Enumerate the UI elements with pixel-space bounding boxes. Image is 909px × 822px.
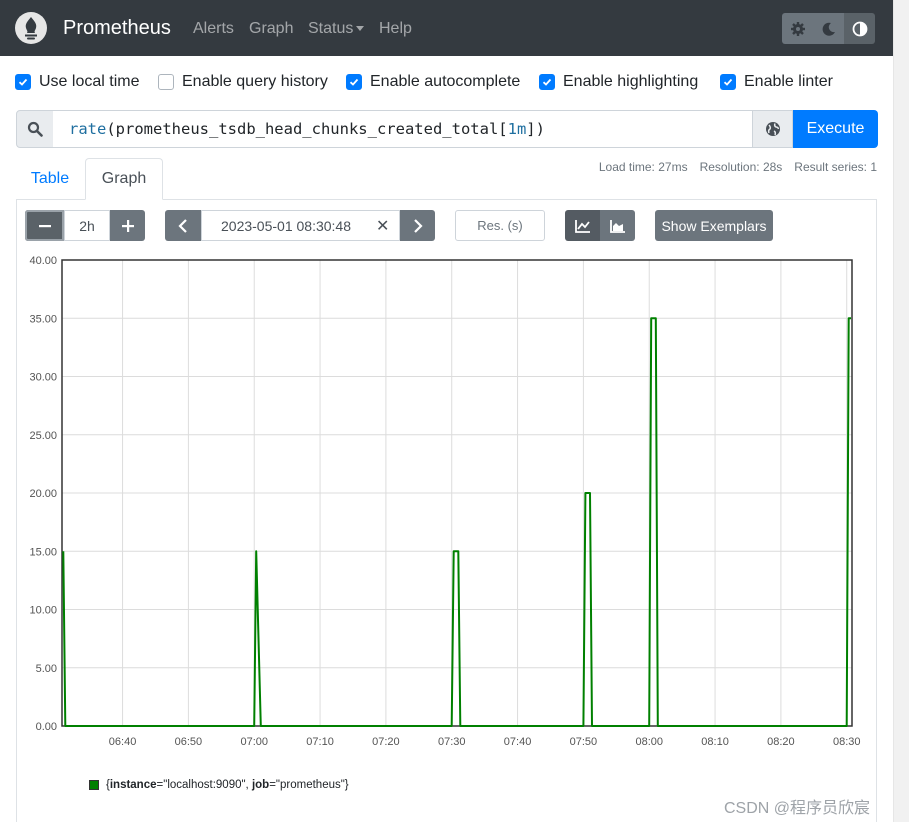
plus-icon (121, 219, 134, 232)
y-tick-label: 30.00 (29, 372, 57, 384)
option-enable-linter[interactable]: Enable linter (720, 73, 833, 91)
theme-toggle (782, 13, 876, 44)
resolution-input[interactable]: Res. (s) (455, 210, 545, 241)
legend-value-job: ="prometheus"} (269, 779, 349, 791)
time-series-chart[interactable]: 0.00 5.00 10.00 15.00 20.00 25.00 30.00 35.00 40… (0, 248, 893, 768)
option-enable-autocomplete[interactable]: Enable autocomplete (346, 73, 520, 91)
nav-graph[interactable]: Graph (249, 19, 293, 38)
legend-key-instance: instance (109, 779, 157, 791)
checkbox-checked-icon[interactable] (720, 74, 736, 90)
checkbox-checked-icon[interactable] (15, 74, 31, 90)
checkbox-checked-icon[interactable] (346, 74, 362, 90)
expression-close: ]) (526, 120, 545, 138)
option-label: Enable highlighting (563, 73, 699, 90)
y-tick-label: 35.00 (29, 313, 57, 325)
expression-metric: prometheus_tsdb_head_chunks_created_tota… (115, 120, 499, 138)
expression-function: rate (69, 120, 107, 138)
tab-graph[interactable]: Graph (85, 158, 163, 200)
line-chart-icon (574, 219, 590, 233)
checkbox-unchecked-icon[interactable] (158, 74, 174, 90)
area-chart-icon (609, 219, 625, 233)
x-tick-label: 07:20 (372, 736, 400, 748)
nav-status-label: Status (308, 20, 354, 37)
x-tick-label: 07:30 (438, 736, 466, 748)
y-tick-label: 25.00 (29, 430, 57, 442)
series-legend[interactable]: {instance="localhost:9090", job="prometh… (89, 779, 349, 791)
y-tick-label: 15.00 (29, 546, 57, 558)
end-time-forward-button[interactable] (400, 210, 435, 241)
range-decrease-button[interactable] (25, 210, 64, 241)
option-label: Enable linter (744, 73, 833, 90)
legend-label: {instance="localhost:9090", job="prometh… (106, 779, 349, 791)
show-exemplars-button[interactable]: Show Exemplars (655, 210, 773, 241)
x-tick-label: 07:40 (504, 736, 532, 748)
moon-icon (822, 22, 835, 36)
expression-bar: rate(prometheus_tsdb_head_chunks_created… (16, 110, 878, 148)
option-label: Use local time (39, 73, 140, 90)
theme-auto-button[interactable] (844, 13, 875, 44)
option-enable-query-history[interactable]: Enable query history (158, 73, 328, 91)
prometheus-logo[interactable] (15, 12, 47, 44)
query-stats: Load time: 27ms Resolution: 28s Result s… (599, 160, 877, 174)
theme-light-button[interactable] (782, 13, 813, 44)
x-tick-label: 07:00 (240, 736, 268, 748)
y-tick-label: 40.00 (29, 255, 57, 267)
checkbox-checked-icon[interactable] (539, 74, 555, 90)
y-tick-label: 20.00 (29, 488, 57, 500)
legend-key-job: job (251, 779, 270, 791)
unstacked-chart-button[interactable] (565, 210, 600, 241)
minus-icon (38, 224, 51, 227)
tab-table[interactable]: Table (16, 158, 84, 200)
expression-range-open: [ (498, 120, 508, 138)
legend-value-instance: ="localhost:9090", (156, 779, 252, 791)
x-tick-label: 08:20 (767, 736, 795, 748)
y-tick-label: 5.00 (36, 663, 57, 675)
option-label: Enable autocomplete (370, 73, 521, 90)
navbar: Prometheus Alerts Graph Status Help (0, 0, 893, 56)
y-tick-label: 0.00 (36, 721, 57, 733)
chevron-right-icon (413, 218, 423, 233)
window-scrollbar[interactable] (893, 0, 909, 822)
end-time-back-button[interactable] (165, 210, 201, 241)
expression-range: 1m (507, 120, 527, 138)
option-enable-highlighting[interactable]: Enable highlighting (539, 73, 698, 91)
load-time: Load time: 27ms (598, 160, 688, 174)
expression-open-paren: ( (106, 120, 116, 138)
chevron-down-icon (356, 26, 365, 32)
y-tick-label: 10.00 (29, 605, 57, 617)
resolution: Resolution: 28s (699, 160, 783, 174)
chevron-left-icon (178, 218, 187, 233)
watermark: CSDN @程序员欣宸 (724, 800, 871, 817)
expression-input[interactable]: rate(prometheus_tsdb_head_chunks_created… (53, 110, 753, 148)
x-tick-label: 06:50 (175, 736, 203, 748)
nav-alerts[interactable]: Alerts (193, 19, 234, 38)
globe-icon (765, 122, 780, 136)
nav-status[interactable]: Status (308, 19, 365, 38)
option-label: Enable query history (182, 73, 328, 90)
x-tick-label: 08:10 (701, 736, 729, 748)
brand-name[interactable]: Prometheus (63, 16, 171, 40)
x-tick-label: 06:40 (109, 736, 137, 748)
range-input[interactable]: 2h (64, 210, 110, 241)
x-tick-label: 08:00 (635, 736, 663, 748)
stacked-chart-button[interactable] (600, 210, 635, 241)
legend-swatch (89, 780, 99, 790)
clear-icon[interactable]: ✕ (376, 216, 389, 236)
series-line (62, 317, 851, 727)
range-increase-button[interactable] (110, 210, 145, 241)
execute-button[interactable]: Execute (793, 110, 878, 148)
contrast-icon (852, 21, 867, 36)
x-tick-label: 07:50 (570, 736, 598, 748)
x-tick-label: 07:10 (306, 736, 334, 748)
nav-help[interactable]: Help (379, 19, 412, 38)
option-use-local-time[interactable]: Use local time (15, 73, 139, 91)
end-time-input[interactable]: 2023-05-01 08:30:48 ✕ (201, 210, 400, 241)
gear-icon (790, 21, 805, 36)
theme-dark-button[interactable] (813, 13, 844, 44)
end-time-value: 2023-05-01 08:30:48 (221, 218, 351, 234)
x-tick-label: 08:30 (833, 736, 861, 748)
metrics-explorer-button[interactable] (752, 110, 793, 148)
search-icon (16, 110, 54, 148)
result-series: Result series: 1 (794, 160, 877, 174)
